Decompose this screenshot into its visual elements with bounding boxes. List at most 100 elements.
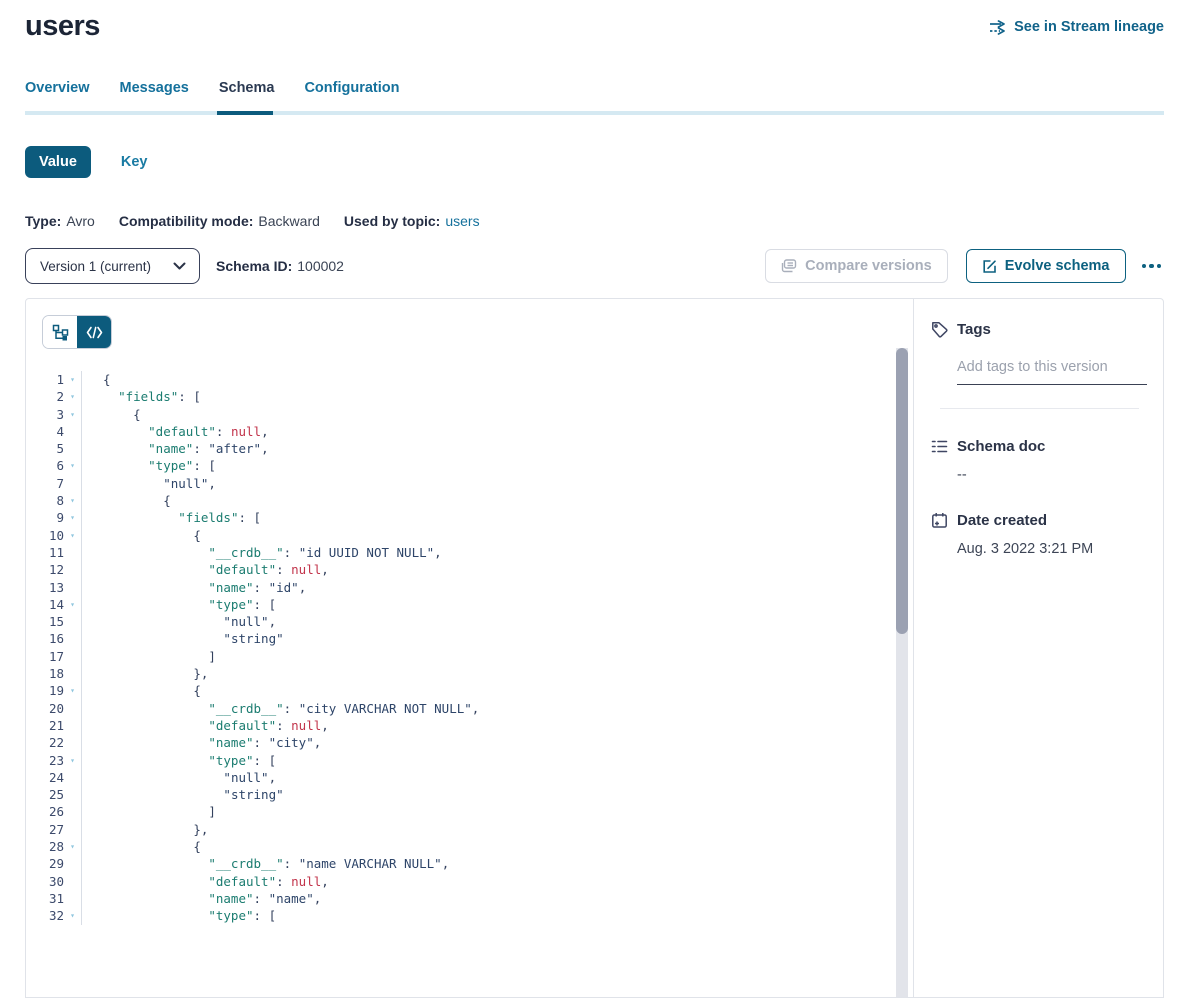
fold-spacer [64,700,81,717]
code-text: { [81,492,913,509]
line-number: 22 [42,734,64,751]
code-line: 8▾ { [42,492,913,509]
compare-versions-icon [781,259,797,273]
code-line: 4 "default": null, [42,423,913,440]
version-select[interactable]: Version 1 (current) [25,248,200,284]
code-line: 28▾ { [42,838,913,855]
code-lines: 1▾{2▾ "fields": [3▾ {4 "default": null,5… [42,371,913,925]
code-line: 29 "__crdb__": "name VARCHAR NULL", [42,855,913,872]
schema-doc-heading: Schema doc [957,438,1045,455]
stream-lineage-label: See in Stream lineage [1014,19,1164,35]
editor-scrollbar-thumb[interactable] [896,348,908,634]
code-text: "name": "after", [81,440,913,457]
line-number: 24 [42,769,64,786]
tab-overview[interactable]: Overview [25,80,90,96]
date-created-value: Aug. 3 2022 3:21 PM [957,541,1139,557]
schema-id-value: 100002 [297,258,344,274]
line-number: 30 [42,873,64,890]
sidebar-divider [940,408,1139,409]
list-icon [931,439,948,454]
code-text: "__crdb__": "name VARCHAR NULL", [81,855,913,872]
editor-scrollbar-track[interactable] [896,348,908,997]
tab-messages[interactable]: Messages [120,80,189,96]
fold-arrow-icon[interactable]: ▾ [64,388,81,405]
value-toggle-button[interactable]: Value [25,146,91,178]
tab-schema[interactable]: Schema [219,80,275,96]
code-line: 15 "null", [42,613,913,630]
line-number: 23 [42,752,64,769]
tags-section: Tags [931,321,1139,409]
add-tags-input[interactable] [957,359,1147,385]
code-line: 13 "name": "id", [42,579,913,596]
fold-spacer [64,769,81,786]
code-line: 14▾ "type": [ [42,596,913,613]
fold-spacer [64,579,81,596]
fold-spacer [64,544,81,561]
code-line: 31 "name": "name", [42,890,913,907]
fold-spacer [64,717,81,734]
schema-doc-value: -- [957,467,1139,483]
code-text: "null", [81,475,913,492]
code-view-button[interactable] [77,316,111,348]
evolve-schema-button[interactable]: Evolve schema [966,249,1126,283]
line-number: 19 [42,682,64,699]
fold-arrow-icon[interactable]: ▾ [64,509,81,526]
code-text: ] [81,648,913,665]
tree-view-icon [52,324,69,341]
compare-versions-button[interactable]: Compare versions [765,249,948,283]
tree-view-button[interactable] [43,316,77,348]
fold-spacer [64,648,81,665]
stream-lineage-link[interactable]: See in Stream lineage [989,19,1164,35]
fold-arrow-icon[interactable]: ▾ [64,596,81,613]
fold-arrow-icon[interactable]: ▾ [64,527,81,544]
more-options-button[interactable] [1139,256,1165,277]
code-line: 21 "default": null, [42,717,913,734]
date-created-section: Date created Aug. 3 2022 3:21 PM [931,512,1139,557]
fold-arrow-icon[interactable]: ▾ [64,838,81,855]
code-text: { [81,371,913,388]
code-line: 23▾ "type": [ [42,752,913,769]
line-number: 11 [42,544,64,561]
code-line: 22 "name": "city", [42,734,913,751]
fold-arrow-icon[interactable]: ▾ [64,457,81,474]
fold-arrow-icon[interactable]: ▾ [64,752,81,769]
stream-lineage-icon [989,20,1007,35]
schema-sidebar: Tags Schem [913,299,1163,997]
active-tab-indicator [217,111,273,115]
code-text: }, [81,665,913,682]
code-text: "type": [ [81,596,913,613]
fold-spacer [64,665,81,682]
compatibility-value: Backward [258,213,319,229]
tab-configuration[interactable]: Configuration [304,80,399,96]
fold-arrow-icon[interactable]: ▾ [64,682,81,699]
calendar-icon [931,512,948,529]
fold-arrow-icon[interactable]: ▾ [64,371,81,388]
fold-spacer [64,613,81,630]
code-text: "null", [81,769,913,786]
code-text: "name": "name", [81,890,913,907]
code-line: 5 "name": "after", [42,440,913,457]
fold-arrow-icon[interactable]: ▾ [64,492,81,509]
code-text: "default": null, [81,561,913,578]
used-by-topic-link[interactable]: users [445,213,479,229]
line-number: 4 [42,423,64,440]
line-number: 3 [42,406,64,423]
code-text: "type": [ [81,752,913,769]
code-text: "null", [81,613,913,630]
code-text: { [81,406,913,423]
line-number: 2 [42,388,64,405]
schema-doc-section: Schema doc -- [931,438,1139,483]
code-line: 3▾ { [42,406,913,423]
code-line: 6▾ "type": [ [42,457,913,474]
code-text: { [81,527,913,544]
date-created-heading: Date created [957,512,1047,529]
version-toolbar: Version 1 (current) Schema ID: 100002 [25,248,1164,284]
code-line: 10▾ { [42,527,913,544]
key-toggle-button[interactable]: Key [121,154,148,170]
line-number: 28 [42,838,64,855]
code-line: 25 "string" [42,786,913,803]
line-number: 17 [42,648,64,665]
code-line: 30 "default": null, [42,873,913,890]
code-text: "__crdb__": "city VARCHAR NOT NULL", [81,700,913,717]
fold-arrow-icon[interactable]: ▾ [64,406,81,423]
